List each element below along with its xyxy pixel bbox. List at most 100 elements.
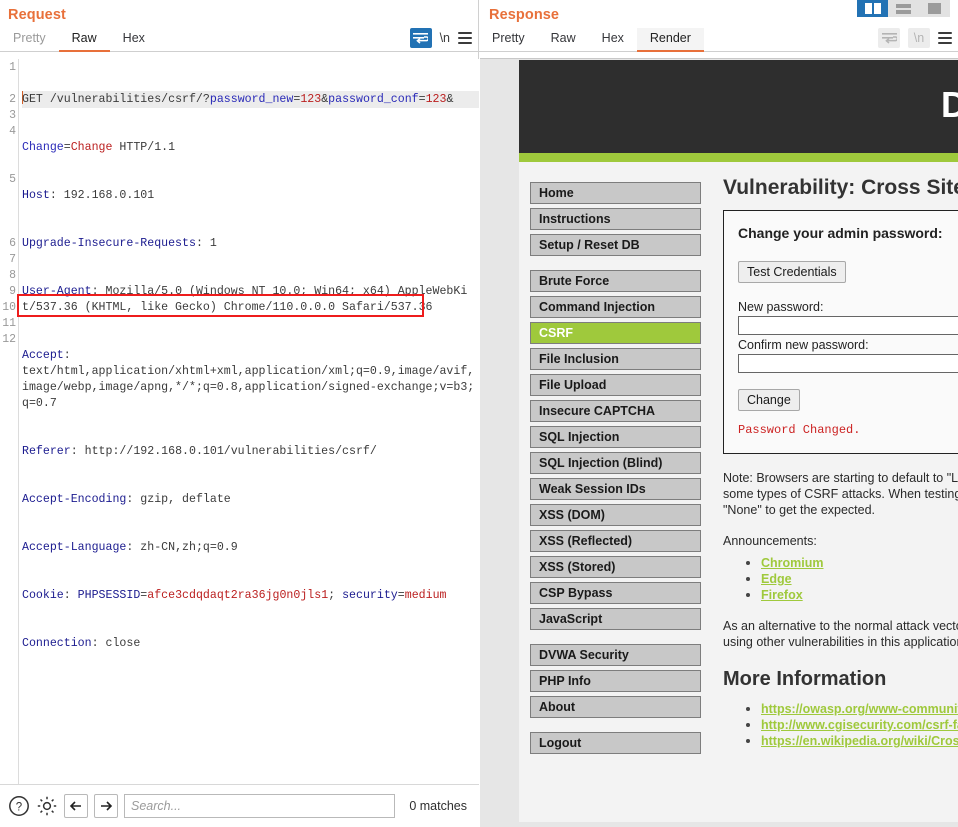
sidebar-item-home[interactable]: Home xyxy=(530,182,701,204)
request-line-10: Connection: close xyxy=(22,637,141,650)
more-information-links-list: https://owasp.org/www-community/attacks/… xyxy=(723,701,958,749)
request-raw-text[interactable]: GET /vulnerabilities/csrf/?password_new=… xyxy=(19,59,479,784)
form-heading: Change your admin password: xyxy=(738,225,943,241)
request-line-7: Accept-Encoding: gzip, deflate xyxy=(22,493,231,506)
line-number: 2 xyxy=(9,93,16,106)
sidebar-item-xss-reflected[interactable]: XSS (Reflected) xyxy=(530,530,701,552)
list-item: https://en.wikipedia.org/wiki/Cross-site… xyxy=(761,733,958,749)
hamburger-menu-icon[interactable] xyxy=(938,32,952,44)
tab-request-raw[interactable]: Raw xyxy=(58,28,110,52)
arrow-right-icon[interactable] xyxy=(94,794,118,818)
list-item: Edge xyxy=(761,571,958,587)
sidebar-item-insecure-captcha[interactable]: Insecure CAPTCHA xyxy=(530,400,701,422)
sidebar-item-xss-stored[interactable]: XSS (Stored) xyxy=(530,556,701,578)
hamburger-menu-icon[interactable] xyxy=(458,32,472,44)
response-pane: Response Pretty Raw Hex Render \n Home I… xyxy=(479,0,958,827)
line-number: 4 xyxy=(9,125,16,138)
line-number: 9 xyxy=(9,285,16,298)
sidebar-item-xss-dom[interactable]: XSS (DOM) xyxy=(530,504,701,526)
layout-split-horizontal-button[interactable] xyxy=(888,0,919,17)
request-line-9: Cookie: PHPSESSID=afce3cdqdaqt2ra36jg0n0… xyxy=(22,589,447,602)
sidebar-item-brute-force[interactable]: Brute Force xyxy=(530,270,701,292)
arrow-left-icon[interactable] xyxy=(64,794,88,818)
new-password-input[interactable] xyxy=(738,316,958,335)
response-render-view[interactable]: DVWA Home Instructions Setup / Reset DB … xyxy=(480,58,958,827)
gear-icon[interactable] xyxy=(36,795,58,817)
sidebar-item-csrf[interactable]: CSRF xyxy=(530,322,701,344)
layout-toggle-group xyxy=(857,0,950,17)
newline-label: \n xyxy=(913,31,925,45)
request-message-editor[interactable]: 1 2 3 4 5 6 7 8 9 10 11 12 GET /vulnerab… xyxy=(0,59,479,784)
sidebar-item-javascript[interactable]: JavaScript xyxy=(530,608,701,630)
status-message: Password Changed. xyxy=(738,423,861,437)
word-wrap-icon[interactable] xyxy=(409,28,432,48)
new-password-label: New password: xyxy=(738,300,824,314)
list-item: https://owasp.org/www-community/attacks/… xyxy=(761,701,958,717)
sidebar-item-instructions[interactable]: Instructions xyxy=(530,208,701,230)
dvwa-sidebar: Home Instructions Setup / Reset DB Brute… xyxy=(519,162,712,822)
more-information-heading: More Information xyxy=(723,668,887,690)
sidebar-item-csp-bypass[interactable]: CSP Bypass xyxy=(530,582,701,604)
tab-response-hex[interactable]: Hex xyxy=(589,28,637,52)
response-tab-tools: \n xyxy=(878,28,952,48)
request-line-4: User-Agent: Mozilla/5.0 (Windows NT 10.0… xyxy=(22,285,468,314)
line-number: 6 xyxy=(9,237,16,250)
tab-request-hex[interactable]: Hex xyxy=(110,28,158,52)
request-line-6: Referer: http://192.168.0.101/vulnerabil… xyxy=(22,445,377,458)
line-number: 7 xyxy=(9,253,16,266)
tab-request-pretty[interactable]: Pretty xyxy=(0,28,59,52)
dvwa-menu-group-4: Logout xyxy=(530,732,712,754)
dvwa-header-banner: DVWA xyxy=(519,60,958,153)
announcements-label: Announcements: xyxy=(723,534,817,548)
response-tabstrip: Pretty Raw Hex Render \n xyxy=(479,25,958,52)
sidebar-item-file-upload[interactable]: File Upload xyxy=(530,374,701,396)
dvwa-main-content: Vulnerability: Cross Site Request Forger… xyxy=(712,162,958,822)
word-wrap-icon[interactable] xyxy=(878,28,900,48)
link-owasp-csrf[interactable]: https://owasp.org/www-community/attacks/… xyxy=(761,702,958,716)
sidebar-item-about[interactable]: About xyxy=(530,696,701,718)
link-wikipedia-csrf[interactable]: https://en.wikipedia.org/wiki/Cross-site… xyxy=(761,734,958,748)
request-line-12 xyxy=(22,732,479,748)
dvwa-green-divider xyxy=(519,153,958,162)
alternative-attack-note: As an alternative to the normal attack v… xyxy=(723,619,958,649)
link-edge[interactable]: Edge xyxy=(761,572,792,586)
sidebar-item-setup-reset-db[interactable]: Setup / Reset DB xyxy=(530,234,701,256)
request-line-3: Upgrade-Insecure-Requests: 1 xyxy=(22,237,217,250)
link-firefox[interactable]: Firefox xyxy=(761,588,803,602)
change-button[interactable]: Change xyxy=(738,389,800,411)
sidebar-item-weak-session-ids[interactable]: Weak Session IDs xyxy=(530,478,701,500)
test-credentials-button[interactable]: Test Credentials xyxy=(738,261,846,283)
link-cgisecurity-csrf-faq[interactable]: http://www.cgisecurity.com/csrf-faq.html xyxy=(761,718,958,732)
request-pane-title: Request xyxy=(8,7,66,23)
line-number: 12 xyxy=(2,333,16,346)
sidebar-item-file-inclusion[interactable]: File Inclusion xyxy=(530,348,701,370)
dvwa-menu-group-1: Home Instructions Setup / Reset DB xyxy=(530,182,712,256)
sidebar-item-sql-injection[interactable]: SQL Injection xyxy=(530,426,701,448)
newline-toggle[interactable]: \n xyxy=(908,28,930,48)
layout-split-vertical-button[interactable] xyxy=(857,0,888,17)
link-chromium[interactable]: Chromium xyxy=(761,556,824,570)
confirm-password-input[interactable] xyxy=(738,354,958,373)
line-number: 11 xyxy=(2,317,16,330)
sidebar-item-sql-injection-blind[interactable]: SQL Injection (Blind) xyxy=(530,452,701,474)
layout-single-pane-button[interactable] xyxy=(919,0,950,17)
tab-response-raw[interactable]: Raw xyxy=(538,28,589,52)
line-number: 3 xyxy=(9,109,16,122)
sidebar-item-php-info[interactable]: PHP Info xyxy=(530,670,701,692)
help-circle-icon[interactable]: ? xyxy=(8,795,30,817)
change-password-form: Change your admin password: Test Credent… xyxy=(723,210,958,454)
sidebar-item-dvwa-security[interactable]: DVWA Security xyxy=(530,644,701,666)
newline-toggle[interactable]: \n xyxy=(440,31,450,45)
sidebar-item-command-injection[interactable]: Command Injection xyxy=(530,296,701,318)
tab-response-render[interactable]: Render xyxy=(636,28,704,52)
request-line-1: GET /vulnerabilities/csrf/?password_new=… xyxy=(22,91,479,108)
tab-response-pretty[interactable]: Pretty xyxy=(479,28,538,52)
announcement-links-list: Chromium Edge Firefox xyxy=(723,555,958,603)
search-input[interactable] xyxy=(124,794,396,818)
sidebar-item-logout[interactable]: Logout xyxy=(530,732,701,754)
list-item: http://www.cgisecurity.com/csrf-faq.html xyxy=(761,717,958,733)
dvwa-page: DVWA Home Instructions Setup / Reset DB … xyxy=(519,60,958,822)
burp-repeater-window: Request Pretty Raw Hex \n 1 2 3 4 5 6 7 … xyxy=(0,0,958,827)
change-button-row: Change xyxy=(738,389,958,411)
request-tab-tools: \n xyxy=(409,28,472,48)
